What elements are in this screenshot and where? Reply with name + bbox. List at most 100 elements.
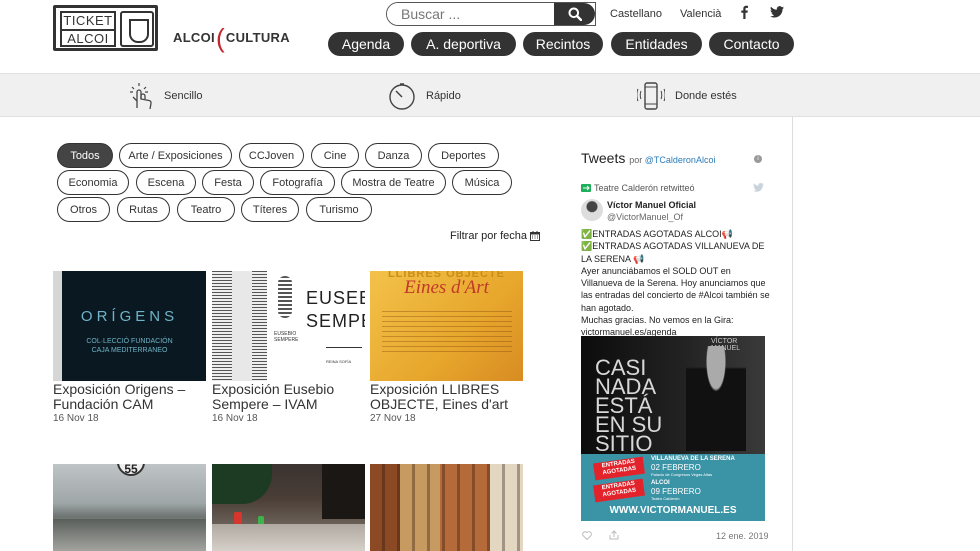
llibres-image-title: Eines d'Art <box>404 277 489 298</box>
origens-image-title: ORÍGENS <box>80 308 179 325</box>
feature-rapido: Rápido <box>388 82 461 110</box>
tweet-line-1: ✅ENTRADAS AGOTADAS ALCOI📢 <box>581 229 733 239</box>
ticket-alcoi-logo[interactable]: TICKET ALCOI <box>53 5 158 51</box>
origens-image-sub1: COL·LECCIÓ FUNDACIÓN <box>86 338 173 345</box>
alcoi-cultura-paren: ( <box>215 23 225 53</box>
retweet-icon <box>581 184 591 192</box>
author-name[interactable]: Víctor Manuel Oficial <box>607 200 696 210</box>
like-heart-icon[interactable] <box>582 531 592 540</box>
facebook-icon[interactable] <box>739 5 749 24</box>
event-title[interactable]: Exposición Eusebio Sempere – IVAM <box>212 382 365 412</box>
event-card-6[interactable] <box>370 464 523 551</box>
event-image-llibres-objecte[interactable]: LLIBRES OBJECTE Eines d'Art <box>370 271 523 381</box>
share-icon[interactable] <box>609 530 619 540</box>
event-date: 16 Nov 18 <box>53 413 99 424</box>
date2-venue: Teatro Calderón <box>651 496 680 501</box>
filter-fotografia[interactable]: Fotografía <box>260 170 335 195</box>
origens-image-sub2: CAJA MEDITERRANEO <box>91 347 168 354</box>
feature-sencillo-label: Sencillo <box>164 90 203 102</box>
tweet-text: ✅ENTRADAS AGOTADAS ALCOI📢 ✅ENTRADAS AGOT… <box>581 228 771 339</box>
tweets-handle-link[interactable]: @TCalderonAlcoi <box>645 155 716 165</box>
sidebar-divider <box>792 117 793 551</box>
nav-agenda[interactable]: Agenda <box>328 32 404 56</box>
event-image-5[interactable] <box>212 464 365 551</box>
tweet-image-title-5: SITIO <box>595 431 653 456</box>
twitter-icon[interactable] <box>770 5 784 23</box>
nav-actividad-deportiva[interactable]: A. deportiva <box>411 32 516 56</box>
date-filter-label: Filtrar por fecha <box>450 230 528 242</box>
filter-turismo[interactable]: Turismo <box>306 197 372 222</box>
retweet-label: Teatre Calderón retwitteó <box>594 183 695 193</box>
feature-sencillo: Sencillo <box>128 82 203 110</box>
lang-castellano[interactable]: Castellano <box>610 8 662 20</box>
filter-teatro[interactable]: Teatro <box>177 197 235 222</box>
site-header: TICKET ALCOI ALCOI(CULTURA Castellano Va… <box>0 0 980 73</box>
author-handle[interactable]: @VictorManuel_Of <box>607 212 683 222</box>
filter-deportes[interactable]: Deportes <box>428 143 499 168</box>
date2-date: 09 FEBRERO <box>651 487 701 496</box>
sempere-image-small2: SEMPERE <box>274 337 299 343</box>
event-card-origens[interactable]: ORÍGENS COL·LECCIÓ FUNDACIÓN CAJA MEDITE… <box>53 271 206 424</box>
filter-festa[interactable]: Festa <box>202 170 254 195</box>
event-card-4[interactable]: 55 <box>53 464 206 551</box>
tweet-line-3: Ayer anunciábamos el SOLD OUT en Villanu… <box>581 265 770 313</box>
filter-musica[interactable]: Música <box>452 170 512 195</box>
date1-venue: Palacio de Congresos Vegas Altas <box>651 472 713 477</box>
tweet-date[interactable]: 12 ene. 2019 <box>716 531 769 541</box>
sempere-image-line2: SEMPEI <box>306 311 365 331</box>
logo-text-ticket: TICKET <box>63 13 113 28</box>
search-button[interactable] <box>554 3 595 25</box>
filter-arte-exposiciones[interactable]: Arte / Exposiciones <box>119 143 232 168</box>
nav-contacto[interactable]: Contacto <box>709 32 794 56</box>
date-filter[interactable]: Filtrar por fecha <box>450 230 541 242</box>
features-bar: Sencillo Rápido Donde estés <box>0 73 980 117</box>
event-date: 27 Nov 18 <box>370 413 416 424</box>
event-date: 16 Nov 18 <box>212 413 258 424</box>
retweet-line: Teatre Calderón retwitteó <box>581 183 695 193</box>
tweet-image-web: WWW.VICTORMANUEL.ES <box>609 505 737 516</box>
sempere-image-small3: REINA SOFÍA <box>326 347 362 367</box>
filter-titeres[interactable]: Títeres <box>241 197 299 222</box>
event-title[interactable]: Exposición Origens – Fundación CAM <box>53 382 206 412</box>
tweets-by: por @TCalderonAlcoi <box>629 155 715 165</box>
alcoi-cultura-logo[interactable]: ALCOI(CULTURA <box>173 18 290 53</box>
event-card-5[interactable] <box>212 464 365 551</box>
tweet-image[interactable]: VÍCTOR MANUEL CASI NADA ESTÁ EN SU SITIO… <box>581 336 765 521</box>
feature-rapido-label: Rápido <box>426 90 461 102</box>
event-card-sempere[interactable]: EUSEB SEMPEI EUSEBIO SEMPERE REINA SOFÍA… <box>212 271 365 424</box>
alcoi-cultura-left: ALCOI <box>173 30 215 45</box>
nav-entidades[interactable]: Entidades <box>611 32 702 56</box>
event-title[interactable]: Exposición LLIBRES OBJECTE, Eines d'art <box>370 382 523 412</box>
info-icon[interactable]: i <box>754 155 762 163</box>
filter-mostra-de-teatre[interactable]: Mostra de Teatre <box>341 170 446 195</box>
nav-recintos[interactable]: Recintos <box>523 32 603 56</box>
search-icon <box>568 7 582 21</box>
lang-valencia[interactable]: Valencià <box>680 8 721 20</box>
logo-ticket-box: TICKET ALCOI <box>60 11 116 47</box>
filter-todos[interactable]: Todos <box>57 143 113 168</box>
filter-escena[interactable]: Escena <box>136 170 196 195</box>
event-image-4[interactable]: 55 <box>53 464 206 551</box>
filter-economia[interactable]: Economia <box>57 170 129 195</box>
search-box <box>386 2 596 26</box>
search-input[interactable] <box>387 3 557 25</box>
filter-otros[interactable]: Otros <box>57 197 110 222</box>
event-image-origens[interactable]: ORÍGENS COL·LECCIÓ FUNDACIÓN CAJA MEDITE… <box>53 271 206 381</box>
route-55-sign: 55 <box>117 464 145 476</box>
smartphone-icon <box>637 82 665 110</box>
filter-ccjoven[interactable]: CCJoven <box>239 143 304 168</box>
event-card-llibres-objecte[interactable]: LLIBRES OBJECTE Eines d'Art Exposición L… <box>370 271 523 424</box>
logo-text-alcoi: ALCOI <box>62 29 114 47</box>
event-image-6[interactable] <box>370 464 523 551</box>
filter-danza[interactable]: Danza <box>365 143 422 168</box>
date1-date: 02 FEBRERO <box>651 463 701 472</box>
filter-rutas[interactable]: Rutas <box>117 197 170 222</box>
feature-donde-estes-label: Donde estés <box>675 90 737 102</box>
date2-city: ALCOI <box>651 480 670 486</box>
feature-donde-estes: Donde estés <box>637 82 737 110</box>
filter-cine[interactable]: Cine <box>311 143 359 168</box>
event-image-sempere[interactable]: EUSEB SEMPEI EUSEBIO SEMPERE REINA SOFÍA <box>212 271 365 381</box>
tweet-line-4: Muchas gracias. No vemos en la Gira: <box>581 315 734 326</box>
date1-city: VILLANUEVA DE LA SERENA <box>651 456 735 462</box>
author-avatar[interactable] <box>581 199 603 221</box>
